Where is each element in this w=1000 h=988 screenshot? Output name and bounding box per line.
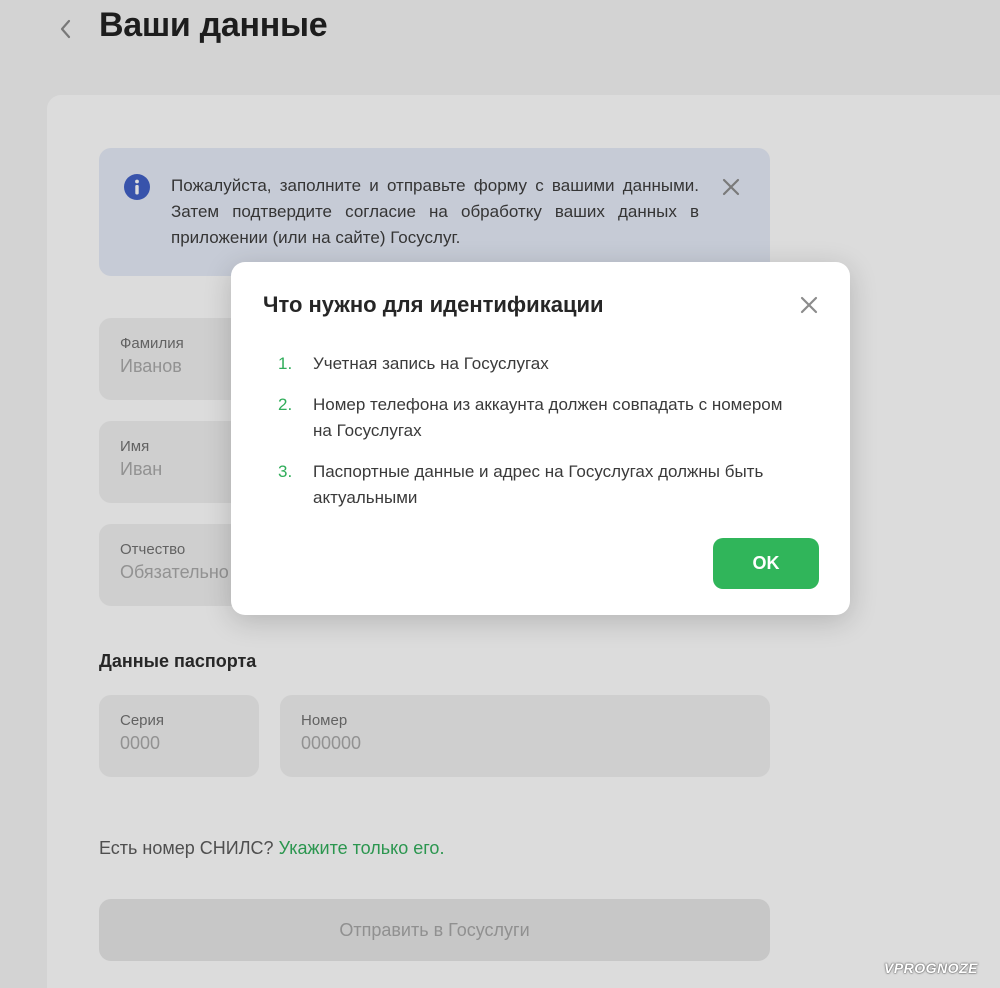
list-item: 1. Учетная запись на Госуслугах bbox=[278, 351, 778, 377]
watermark: VPROGNOZE bbox=[884, 960, 978, 976]
step-number: 1. bbox=[278, 354, 293, 373]
step-text: Паспортные данные и адрес на Госуслугах … bbox=[313, 462, 764, 507]
modal-title: Что нужно для идентификации bbox=[263, 292, 604, 317]
step-text: Учетная запись на Госуслугах bbox=[313, 354, 549, 373]
identification-modal: Что нужно для идентификации 1. Учетная з… bbox=[231, 262, 850, 615]
step-number: 3. bbox=[278, 462, 293, 481]
close-modal-icon[interactable] bbox=[797, 293, 821, 317]
ok-button[interactable]: OK bbox=[713, 538, 819, 589]
step-text: Номер телефона из аккаунта должен совпад… bbox=[313, 395, 783, 440]
page: Ваши данные Пожалуйста, заполните и отпр… bbox=[0, 0, 1000, 988]
list-item: 2. Номер телефона из аккаунта должен сов… bbox=[278, 392, 782, 444]
requirements-list: 1. Учетная запись на Госуслугах 2. Номер… bbox=[278, 351, 782, 526]
list-item: 3. Паспортные данные и адрес на Госуслуг… bbox=[278, 459, 778, 511]
step-number: 2. bbox=[278, 395, 293, 414]
